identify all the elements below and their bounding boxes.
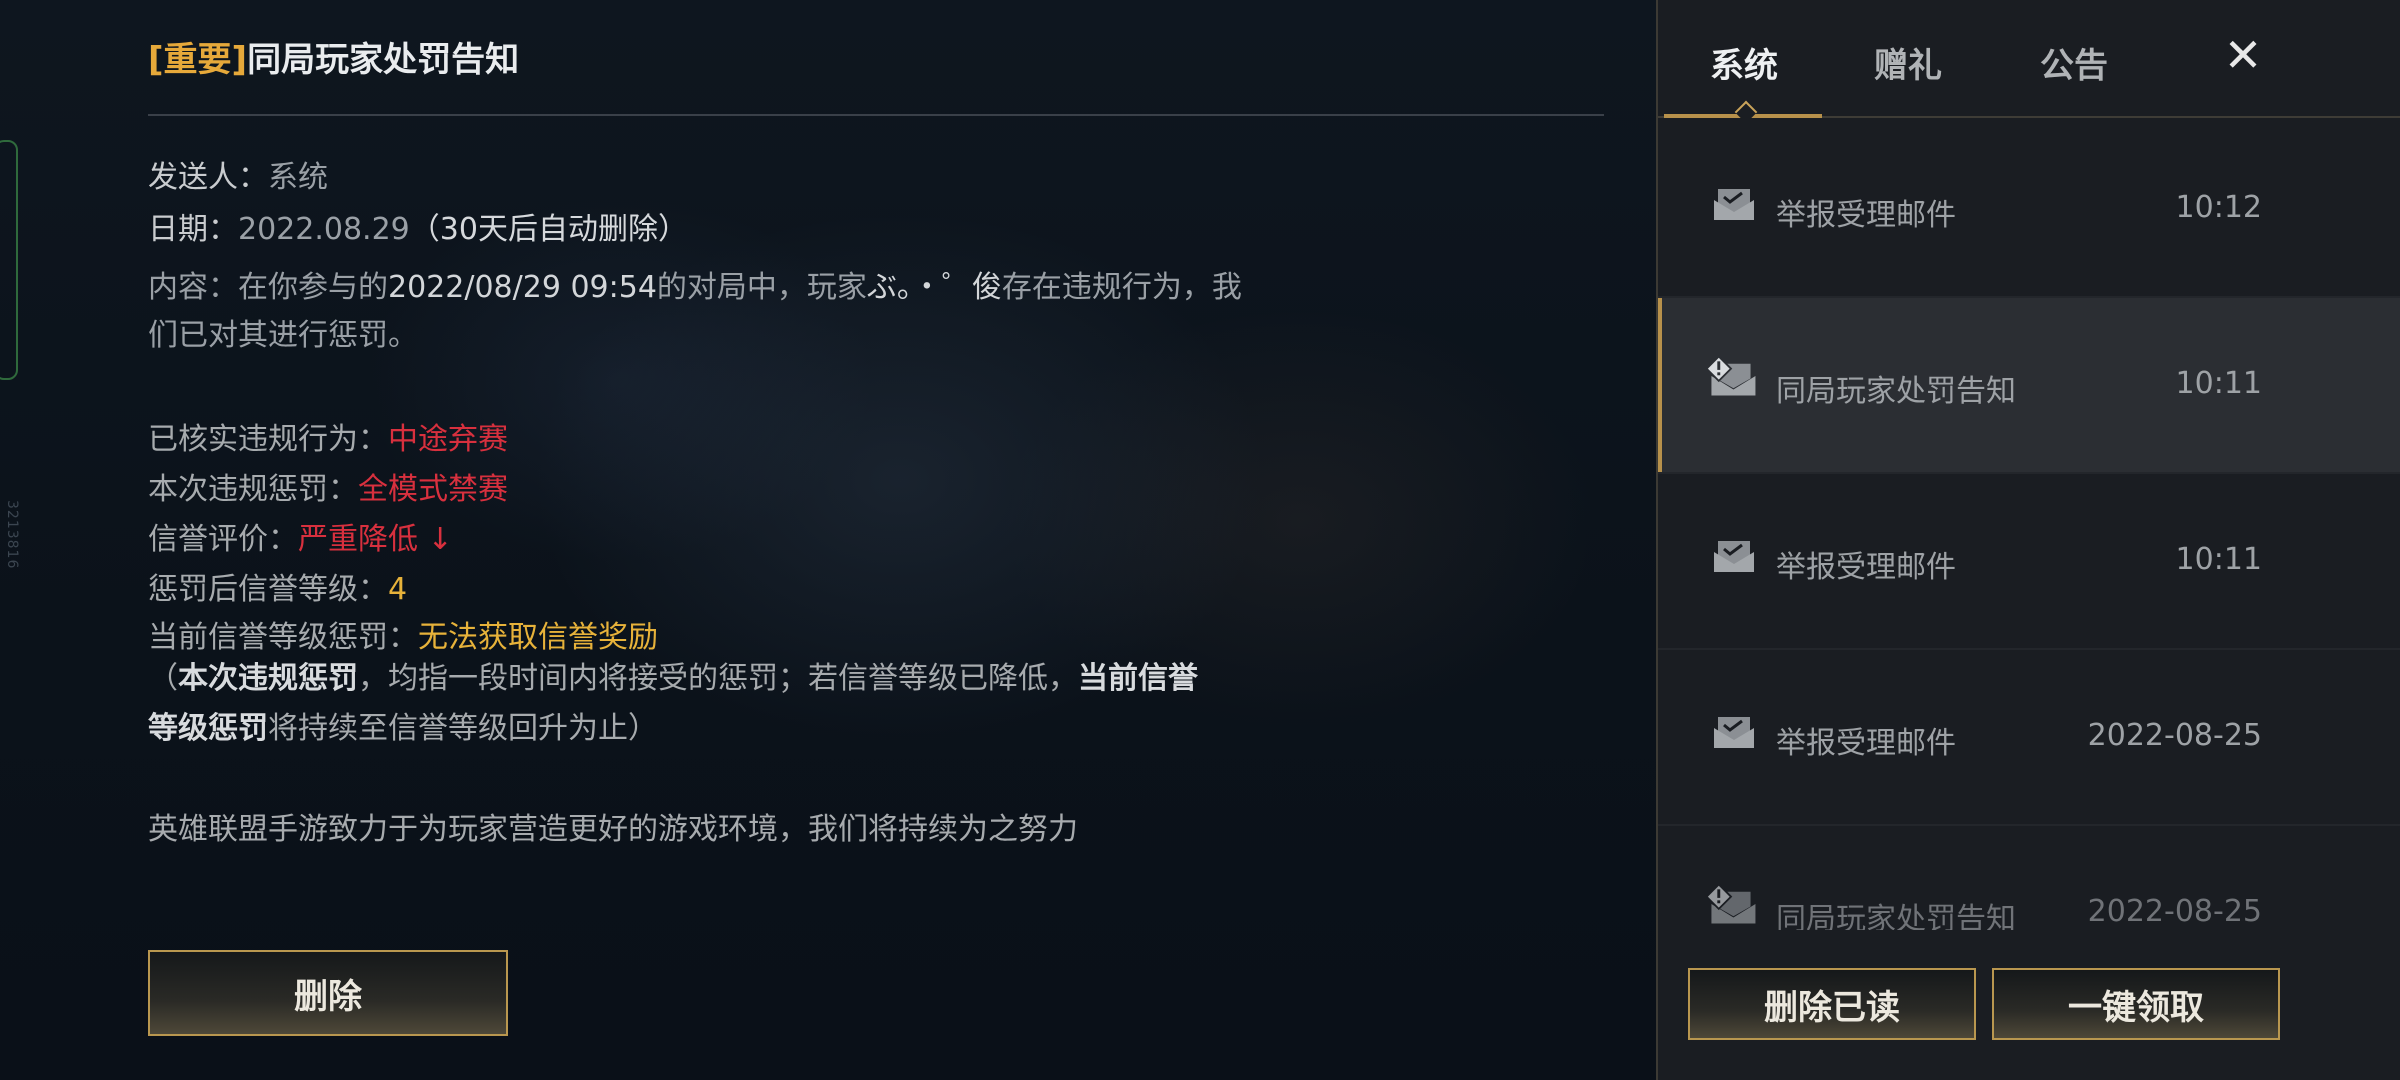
mail-title-text: 同局玩家处罚告知: [247, 40, 520, 80]
note-text: （: [148, 661, 178, 696]
mail-item-time: 10:11: [2175, 366, 2262, 401]
mail-item-time: 10:12: [2175, 190, 2262, 225]
sender-value: 系统: [268, 160, 328, 195]
mail-item-selected[interactable]: 同局玩家处罚告知 10:11: [1658, 298, 2400, 474]
footer-message: 英雄联盟手游致力于为玩家营造更好的游戏环境，我们将持续为之努力: [148, 812, 1078, 847]
tab-gift[interactable]: 赠礼: [1874, 38, 1942, 87]
mail-detail-panel: [重要]同局玩家处罚告知 发送人：系统 日期：2022.08.29（30天后自动…: [148, 0, 1608, 1080]
mail-item-label: 举报受理邮件: [1776, 550, 1956, 585]
mail-item-time: 2022-08-25: [2087, 894, 2262, 929]
player-name: ぶ。・゜俊: [866, 270, 1002, 305]
penalty-note: （本次违规惩罚，均指一段时间内将接受的惩罚；若信誉等级已降低，当前信誉等级惩罚将…: [148, 654, 1218, 754]
note-text: ，均指一段时间内将接受的惩罚；若信誉等级已降低，: [358, 661, 1078, 696]
mail-item[interactable]: 举报受理邮件 10:11: [1658, 474, 2400, 650]
content-datetime: 2022/08/29 09:54: [388, 270, 657, 305]
delete-read-button[interactable]: 删除已读: [1688, 968, 1976, 1040]
mail-item[interactable]: 同局玩家处罚告知 2022-08-25: [1658, 826, 2400, 930]
credit-value: 严重降低 ↓: [298, 522, 453, 557]
sender-row: 发送人：系统: [148, 152, 328, 196]
active-tab-caret-icon: [1734, 100, 1758, 124]
current-penalty-label: 当前信誉等级惩罚：: [148, 620, 418, 655]
important-tag: [重要]: [148, 40, 248, 80]
penalty-row: 本次违规惩罚：全模式禁赛: [148, 464, 508, 508]
mail-icon: [1714, 189, 1754, 220]
current-penalty-row: 当前信誉等级惩罚：无法获取信誉奖励: [148, 612, 658, 656]
sender-label: 发送人：: [148, 160, 268, 195]
content-text: 在你参与的: [238, 270, 388, 305]
violation-label: 已核实违规行为：: [148, 422, 388, 457]
content-text: 的对局中，玩家: [656, 270, 867, 305]
mail-list-panel: 系统 赠礼 公告 ✕ 举报受理邮件 10:12 同局玩家处罚告知 10:11 举…: [1656, 0, 2400, 1080]
date-note: （30天后自动删除）: [409, 212, 688, 247]
mail-content: 内容：在你参与的2022/08/29 09:54的对局中，玩家ぶ。・゜俊存在违规…: [148, 264, 1268, 360]
mail-item[interactable]: 举报受理邮件 10:12: [1658, 122, 2400, 298]
mail-item-label: 同局玩家处罚告知: [1776, 374, 2016, 409]
content-label: 内容：: [148, 270, 238, 305]
tab-bar: 系统 赠礼 公告 ✕: [1658, 0, 2400, 124]
mail-item-label: 举报受理邮件: [1776, 198, 1956, 233]
mail-item[interactable]: 举报受理邮件 2022-08-25: [1658, 650, 2400, 826]
note-text: 将持续至信誉等级回升为止）: [268, 711, 658, 746]
mail-item-time: 10:11: [2175, 542, 2262, 577]
credit-row: 信誉评价：严重降低 ↓: [148, 514, 453, 558]
tab-system[interactable]: 系统: [1710, 38, 1778, 87]
note-bold: 本次违规惩罚: [178, 661, 358, 696]
mail-list: 举报受理邮件 10:12 同局玩家处罚告知 10:11 举报受理邮件 10:11: [1658, 122, 2400, 930]
violation-value: 中途弃赛: [388, 422, 508, 457]
date-label: 日期：: [148, 212, 238, 247]
date-value: 2022.08.29: [238, 212, 410, 247]
delete-button[interactable]: 删除: [148, 950, 508, 1036]
credit-label: 信誉评价：: [148, 522, 298, 557]
mail-item-label: 同局玩家处罚告知: [1776, 902, 2016, 930]
mail-icon: [1714, 541, 1754, 572]
title-divider: [148, 114, 1604, 116]
mail-alert-icon: [1705, 355, 1756, 396]
current-penalty-value: 无法获取信誉奖励: [418, 620, 658, 655]
penalty-value: 全模式禁赛: [358, 472, 508, 507]
credit-level-value: 4: [388, 572, 408, 607]
penalty-label: 本次违规惩罚：: [148, 472, 358, 507]
left-edge-frame: [0, 140, 18, 380]
mail-item-label: 举报受理邮件: [1776, 726, 1956, 761]
violation-row: 已核实违规行为：中途弃赛: [148, 414, 508, 458]
credit-level-row: 惩罚后信誉等级：4: [148, 564, 407, 608]
mail-alert-icon: [1705, 883, 1756, 924]
credit-level-label: 惩罚后信誉等级：: [148, 572, 388, 607]
tab-notice[interactable]: 公告: [2040, 38, 2108, 87]
date-row: 日期：2022.08.29（30天后自动删除）: [148, 204, 688, 248]
mail-icon: [1714, 717, 1754, 748]
mail-item-time: 2022-08-25: [2087, 718, 2262, 753]
claim-all-button[interactable]: 一键领取: [1992, 968, 2280, 1040]
close-icon[interactable]: ✕: [2218, 30, 2268, 80]
side-id-text: 3213816: [4, 500, 20, 570]
mail-title: [重要]同局玩家处罚告知: [148, 32, 519, 81]
